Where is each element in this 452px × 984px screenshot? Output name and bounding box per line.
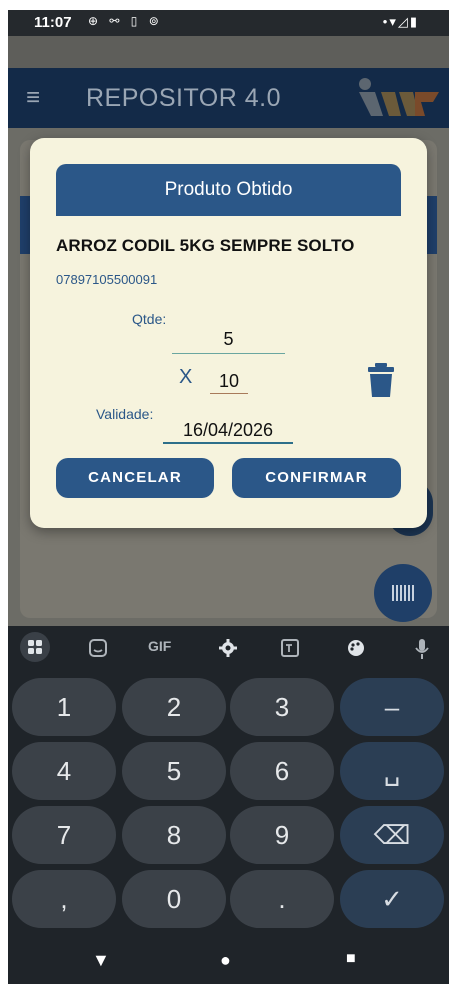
product-name: ARROZ CODIL 5KG SEMPRE SOLTO	[56, 236, 355, 255]
brand-logo	[359, 78, 439, 116]
key-3[interactable]: 3	[230, 678, 334, 736]
key-2[interactable]: 2	[122, 678, 226, 736]
product-barcode: 07897105500091	[56, 272, 158, 287]
key-backspace[interactable]: ⌫	[340, 806, 444, 864]
home-icon[interactable]: ●	[220, 950, 231, 971]
numeric-keyboard: 1 2 3 – 4 5 6 ␣ 7 8 9 ⌫ , 0 . ✓	[8, 670, 449, 940]
key-space[interactable]: ␣	[340, 742, 444, 800]
status-time: 11:07	[34, 14, 72, 31]
barcode-scan-button[interactable]	[374, 564, 432, 622]
multiplier-input[interactable]: 10	[210, 368, 248, 394]
gif-icon[interactable]: GIF	[148, 638, 171, 654]
key-6[interactable]: 6	[230, 742, 334, 800]
microphone-icon[interactable]	[414, 638, 430, 660]
apps-grid-icon[interactable]	[20, 632, 50, 662]
translate-icon[interactable]	[280, 638, 300, 658]
gear-icon[interactable]	[218, 638, 238, 658]
key-0[interactable]: 0	[122, 870, 226, 928]
qtde-label: Qtde:	[132, 311, 167, 327]
dialog-title: Produto Obtido	[56, 164, 401, 216]
navigation-bar: ▼ ● ■	[8, 940, 449, 984]
phone-screen: 11:07 ⊕ ⚯ ▯ ⊚ •▾◿▮ ≡ REPOSITOR 4.0 Produ…	[8, 10, 449, 984]
key-5[interactable]: 5	[122, 742, 226, 800]
product-dialog: Produto Obtido ARROZ CODIL 5KG SEMPRE SO…	[30, 138, 427, 528]
top-strip	[8, 36, 449, 68]
validade-label: Validade:	[96, 406, 154, 422]
menu-icon[interactable]: ≡	[26, 86, 40, 110]
key-7[interactable]: 7	[12, 806, 116, 864]
notification-icons: ⊕ ⚯ ▯ ⊚	[88, 14, 163, 28]
recents-icon[interactable]: ■	[346, 950, 356, 968]
confirm-button[interactable]: CONFIRMAR	[232, 458, 401, 498]
sticker-icon[interactable]	[88, 638, 108, 658]
cancel-button[interactable]: CANCELAR	[56, 458, 214, 498]
barcode-icon	[392, 585, 414, 601]
key-9[interactable]: 9	[230, 806, 334, 864]
key-done[interactable]: ✓	[340, 870, 444, 928]
key-1[interactable]: 1	[12, 678, 116, 736]
key-minus[interactable]: –	[340, 678, 444, 736]
status-bar: 11:07 ⊕ ⚯ ▯ ⊚ •▾◿▮	[8, 10, 449, 36]
system-status-icons: •▾◿▮	[382, 14, 419, 29]
keyboard-toolbar: GIF	[8, 626, 449, 670]
key-comma[interactable]: ,	[12, 870, 116, 928]
trash-icon[interactable]	[366, 362, 396, 398]
key-8[interactable]: 8	[122, 806, 226, 864]
validade-input[interactable]: 16/04/2026	[163, 416, 293, 444]
qtde-input[interactable]: 5	[172, 324, 285, 354]
multiplier-symbol: X	[179, 366, 193, 388]
key-4[interactable]: 4	[12, 742, 116, 800]
palette-icon[interactable]	[346, 638, 366, 658]
key-period[interactable]: .	[230, 870, 334, 928]
app-title: REPOSITOR 4.0	[86, 84, 281, 112]
back-icon[interactable]: ▼	[92, 950, 110, 971]
